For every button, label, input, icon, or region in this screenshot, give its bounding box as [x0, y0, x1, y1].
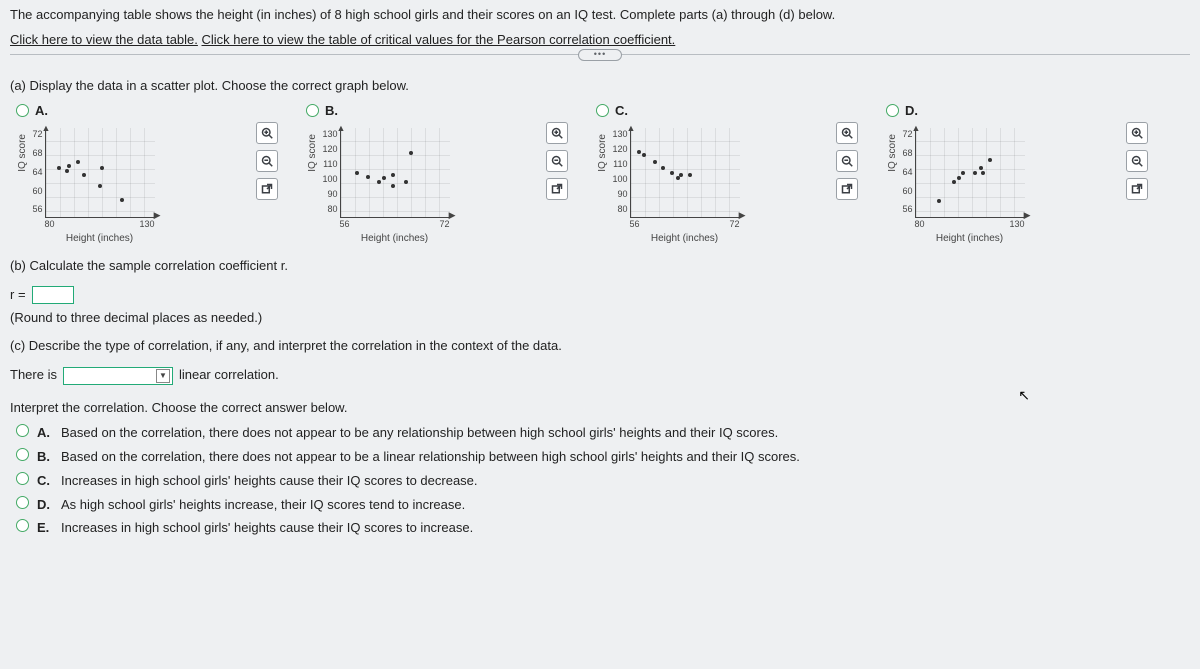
- zoom-in-icon[interactable]: [836, 122, 858, 144]
- option-c-label: C.: [615, 102, 628, 121]
- scatter-plot-a: ▲▶: [45, 128, 155, 218]
- x-axis-label: Height (inches): [630, 232, 740, 247]
- zoom-in-icon[interactable]: [546, 122, 568, 144]
- choice-a-text: Based on the correlation, there does not…: [61, 424, 1190, 443]
- choice-e-text: Increases in high school girls' heights …: [61, 519, 1190, 538]
- correlation-type-select[interactable]: ▼: [63, 367, 173, 385]
- choice-b-label: B.: [37, 448, 53, 467]
- x-axis-label: Height (inches): [45, 232, 155, 247]
- zoom-out-icon[interactable]: [256, 150, 278, 172]
- y-ticks-d: 7268646056: [903, 128, 913, 214]
- popout-icon[interactable]: [1126, 178, 1148, 200]
- radio-interpret-a[interactable]: [16, 424, 29, 437]
- link-data-table[interactable]: Click here to view the data table.: [10, 32, 198, 47]
- zoom-in-icon[interactable]: [256, 122, 278, 144]
- scatter-plot-d: ▲▶: [915, 128, 1025, 218]
- there-is-label: There is: [10, 366, 57, 385]
- link-critical-values[interactable]: Click here to view the table of critical…: [202, 32, 676, 47]
- choice-a-label: A.: [37, 424, 53, 443]
- part-c-prompt: (c) Describe the type of correlation, if…: [10, 337, 1190, 356]
- radio-interpret-b[interactable]: [16, 448, 29, 461]
- y-ticks-a: 7268646056: [33, 128, 43, 214]
- y-axis-label: IQ score: [16, 134, 31, 172]
- radio-option-c[interactable]: [596, 104, 609, 117]
- scatter-plot-b: ▲▶: [340, 128, 450, 218]
- part-b-prompt: (b) Calculate the sample correlation coe…: [10, 257, 1190, 276]
- radio-interpret-e[interactable]: [16, 519, 29, 532]
- popout-icon[interactable]: [546, 178, 568, 200]
- option-b-label: B.: [325, 102, 338, 121]
- x-axis-label: Height (inches): [340, 232, 450, 247]
- y-axis-label: IQ score: [306, 134, 321, 172]
- zoom-in-icon[interactable]: [1126, 122, 1148, 144]
- instructions: The accompanying table shows the height …: [10, 6, 1190, 25]
- y-ticks-c: 1301201101009080: [613, 128, 628, 214]
- linear-correlation-label: linear correlation.: [179, 366, 279, 385]
- interpret-prompt: Interpret the correlation. Choose the co…: [10, 399, 1190, 418]
- choice-c-text: Increases in high school girls' heights …: [61, 472, 1190, 491]
- r-input[interactable]: [32, 286, 74, 304]
- choice-c-label: C.: [37, 472, 53, 491]
- radio-interpret-c[interactable]: [16, 472, 29, 485]
- part-a-prompt: (a) Display the data in a scatter plot. …: [10, 77, 1190, 96]
- popout-icon[interactable]: [256, 178, 278, 200]
- option-a-label: A.: [35, 102, 48, 121]
- radio-option-b[interactable]: [306, 104, 319, 117]
- scatter-plot-c: ▲▶: [630, 128, 740, 218]
- choice-e-label: E.: [37, 519, 53, 538]
- option-d-label: D.: [905, 102, 918, 121]
- zoom-out-icon[interactable]: [546, 150, 568, 172]
- popout-icon[interactable]: [836, 178, 858, 200]
- round-note: (Round to three decimal places as needed…: [10, 309, 1190, 328]
- radio-option-a[interactable]: [16, 104, 29, 117]
- x-axis-label: Height (inches): [915, 232, 1025, 247]
- zoom-out-icon[interactable]: [836, 150, 858, 172]
- zoom-out-icon[interactable]: [1126, 150, 1148, 172]
- radio-option-d[interactable]: [886, 104, 899, 117]
- choice-d-text: As high school girls' heights increase, …: [61, 496, 1190, 515]
- choice-d-label: D.: [37, 496, 53, 515]
- y-ticks-b: 1301201101009080: [323, 128, 338, 214]
- radio-interpret-d[interactable]: [16, 496, 29, 509]
- r-equals-label: r =: [10, 286, 26, 305]
- y-axis-label: IQ score: [596, 134, 611, 172]
- cursor-icon: ↖: [1018, 385, 1030, 405]
- y-axis-label: IQ score: [886, 134, 901, 172]
- ellipsis-icon[interactable]: •••: [578, 49, 622, 61]
- choice-b-text: Based on the correlation, there does not…: [61, 448, 1190, 467]
